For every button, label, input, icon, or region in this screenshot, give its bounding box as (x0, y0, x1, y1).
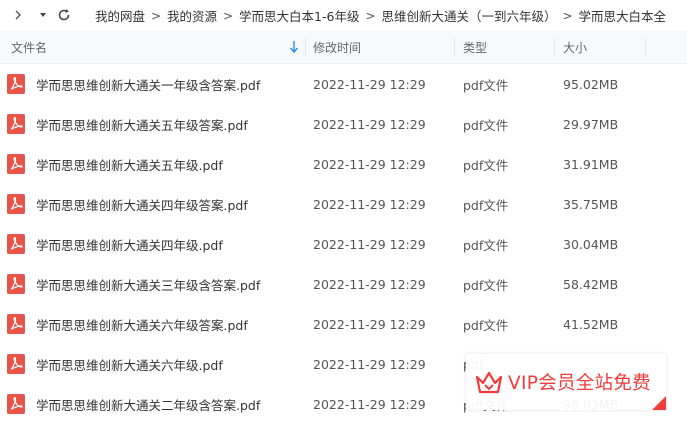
file-type: pdf文件 (463, 197, 509, 213)
breadcrumb-item-folder-2[interactable]: 思维创新大通关（一到六年级） (381, 6, 556, 25)
file-type: pdf文件 (463, 277, 509, 293)
file-name[interactable]: 学而思思维创新大通关五年级.pdf (36, 144, 223, 184)
file-row[interactable]: 学而思思维创新大通关四年级.pdf 2022-11-29 12:29 pdf文件… (0, 224, 687, 264)
column-header-type-label: 类型 (463, 40, 488, 55)
file-list-header: 文件名 修改时间 类型 大小 (0, 31, 687, 64)
file-modified: 2022-11-29 12:29 (313, 76, 426, 92)
file-size: 95.02MB (563, 76, 619, 92)
column-header-name[interactable]: 文件名 (11, 31, 47, 63)
pdf-file-icon (7, 194, 25, 214)
breadcrumb-item-my-resources[interactable]: 我的资源 (167, 6, 217, 25)
file-row[interactable]: 学而思思维创新大通关四年级答案.pdf 2022-11-29 12:29 pdf… (0, 184, 687, 224)
file-manager-window: 我的网盘 > 我的资源 > 学而思大白本1-6年级 > 思维创新大通关（一到六年… (0, 0, 687, 425)
file-row[interactable]: 学而思思维创新大通关五年级.pdf 2022-11-29 12:29 pdf文件… (0, 144, 687, 184)
file-type: pdf文件 (463, 237, 509, 253)
file-size: 31.91MB (563, 156, 619, 172)
file-size: 41.52MB (563, 316, 619, 332)
file-modified: 2022-11-29 12:29 (313, 316, 426, 332)
file-name[interactable]: 学而思思维创新大通关六年级答案.pdf (36, 304, 248, 344)
column-header-size-label: 大小 (563, 40, 588, 55)
column-divider[interactable] (554, 38, 555, 56)
file-name[interactable]: 学而思思维创新大通关六年级.pdf (36, 344, 223, 384)
column-divider[interactable] (454, 38, 455, 56)
file-name[interactable]: 学而思思维创新大通关三年级含答案.pdf (36, 264, 260, 304)
file-size: 35.75MB (563, 196, 619, 212)
vip-watermark-text: VIP会员全站免费 (508, 373, 651, 394)
pdf-file-icon (7, 154, 25, 174)
refresh-icon (58, 9, 70, 21)
breadcrumb: 我的网盘 > 我的资源 > 学而思大白本1-6年级 > 思维创新大通关（一到六年… (95, 0, 666, 31)
file-row[interactable]: 学而思思维创新大通关六年级答案.pdf 2022-11-29 12:29 pdf… (0, 304, 687, 344)
file-size: 30.04MB (563, 236, 619, 252)
file-name[interactable]: 学而思思维创新大通关二年级含答案.pdf (36, 384, 260, 424)
column-divider[interactable] (645, 38, 646, 56)
vip-watermark: VIP会员全站免费 (466, 354, 666, 410)
file-name[interactable]: 学而思思维创新大通关五年级答案.pdf (36, 104, 248, 144)
column-header-modified-label: 修改时间 (313, 40, 362, 55)
file-size: 58.42MB (563, 276, 619, 292)
breadcrumb-separator: > (150, 8, 162, 23)
file-name[interactable]: 学而思思维创新大通关一年级含答案.pdf (36, 64, 260, 104)
file-type: pdf文件 (463, 117, 509, 133)
pdf-file-icon (7, 394, 25, 414)
history-dropdown-button[interactable] (33, 5, 53, 25)
pdf-file-icon (7, 74, 25, 94)
pdf-file-icon (7, 234, 25, 254)
file-modified: 2022-11-29 12:29 (313, 236, 426, 252)
toolbar: 我的网盘 > 我的资源 > 学而思大白本1-6年级 > 思维创新大通关（一到六年… (0, 0, 687, 31)
file-modified: 2022-11-29 12:29 (313, 356, 426, 372)
file-modified: 2022-11-29 12:29 (313, 276, 426, 292)
column-header-size[interactable]: 大小 (563, 31, 587, 63)
crown-icon (475, 371, 503, 394)
corner-triangle-icon (652, 396, 666, 410)
file-type: pdf文件 (463, 77, 509, 93)
breadcrumb-separator: > (365, 8, 376, 23)
file-name[interactable]: 学而思思维创新大通关四年级.pdf (36, 224, 223, 264)
breadcrumb-separator: > (223, 8, 234, 23)
refresh-button[interactable] (54, 5, 74, 25)
file-row[interactable]: 学而思思维创新大通关五年级答案.pdf 2022-11-29 12:29 pdf… (0, 104, 687, 144)
sort-down-arrow-icon[interactable] (289, 40, 299, 54)
file-modified: 2022-11-29 12:29 (313, 196, 426, 212)
file-row[interactable]: 学而思思维创新大通关一年级含答案.pdf 2022-11-29 12:29 pd… (0, 64, 687, 104)
pdf-file-icon (7, 274, 25, 294)
breadcrumb-item-current[interactable]: 学而思大白本全 (578, 6, 666, 25)
forward-button[interactable] (8, 5, 28, 25)
file-type: pdf文件 (463, 157, 509, 173)
pdf-file-icon (7, 114, 25, 134)
caret-down-icon (40, 13, 46, 17)
column-header-name-label: 文件名 (11, 40, 48, 55)
file-row[interactable]: 学而思思维创新大通关三年级含答案.pdf 2022-11-29 12:29 pd… (0, 264, 687, 304)
file-type: pdf文件 (463, 317, 509, 333)
chevron-right-icon (15, 10, 21, 20)
file-modified: 2022-11-29 12:29 (313, 156, 426, 172)
pdf-file-icon (7, 354, 25, 374)
file-size: 29.97MB (563, 116, 619, 132)
breadcrumb-item-folder-1[interactable]: 学而思大白本1-6年级 (239, 6, 359, 25)
column-divider[interactable] (305, 38, 306, 56)
breadcrumb-item-my-disk[interactable]: 我的网盘 (95, 6, 145, 25)
file-modified: 2022-11-29 12:29 (313, 396, 426, 412)
column-header-type[interactable]: 类型 (463, 31, 487, 63)
breadcrumb-separator: > (562, 8, 573, 23)
column-header-modified[interactable]: 修改时间 (313, 31, 361, 63)
pdf-file-icon (7, 314, 25, 334)
file-name[interactable]: 学而思思维创新大通关四年级答案.pdf (36, 184, 248, 224)
file-modified: 2022-11-29 12:29 (313, 116, 426, 132)
